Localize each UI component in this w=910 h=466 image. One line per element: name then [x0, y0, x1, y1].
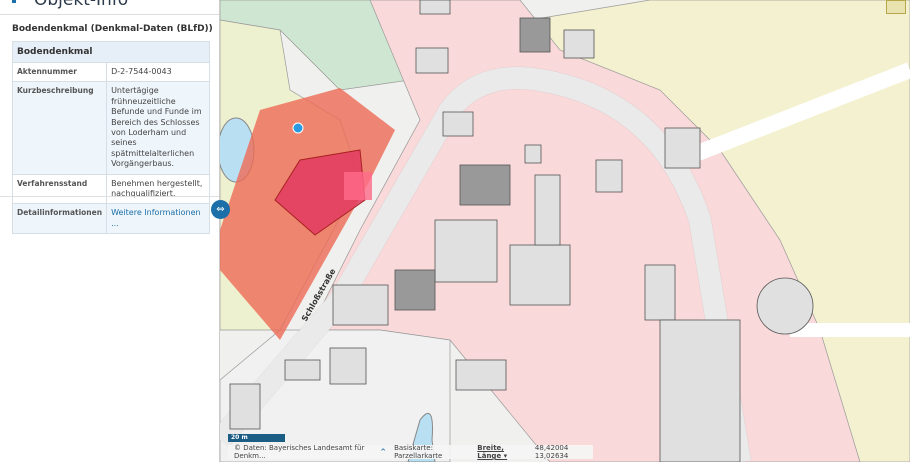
basemap-label: Basiskarte: Parzellarkarte	[394, 444, 443, 460]
coordinate-mode-select[interactable]: Breite, Länge ▾	[477, 444, 527, 460]
object-info-panel: Objekt-Info Bodendenkmal (Denkmal-Daten …	[0, 0, 220, 462]
info-marker-icon	[12, 0, 16, 3]
row-value: D-2-7544-0043	[106, 61, 210, 83]
coordinates-readout: 48,42004 13,02634	[534, 444, 569, 460]
row-key: Verfahrensstand	[11, 173, 108, 205]
row-key: Kurzbeschreibung	[11, 81, 108, 175]
row-value: Benehmen hergestellt, nachqualifiziert.	[106, 173, 210, 205]
more-info-link[interactable]: Weitere Informationen ...	[111, 208, 201, 227]
map-status-bar: © Daten: Bayerisches Landesamt für Denkm…	[228, 444, 593, 460]
row-value: Untertägige frühneuzeitliche Befunde und…	[106, 81, 210, 175]
panel-resize-handle[interactable]: ⇔	[211, 200, 230, 219]
divider	[0, 14, 219, 15]
expand-attribution-icon[interactable]: ^	[380, 448, 386, 456]
table-row: Kurzbeschreibung Untertägige frühneuzeitl…	[11, 81, 210, 175]
table-row: Verfahrensstand Benehmen hergestellt, nac…	[11, 173, 210, 205]
panel-title-text: Objekt-Info	[34, 0, 129, 10]
map-svg: Schloßstraße	[211, 0, 910, 464]
selection-highlight	[344, 172, 372, 200]
coat-of-arms-logo	[886, 0, 906, 14]
section-title: Bodendenkmal (Denkmal-Daten (BLfD))	[12, 24, 213, 34]
table-header: Bodendenkmal	[12, 41, 210, 63]
row-key: Aktennummer	[11, 61, 108, 83]
scale-bar: 20 m	[228, 434, 285, 442]
table-row: Detailinformationen Weitere Informationen…	[11, 203, 210, 235]
map-canvas[interactable]: Schloßstraße	[211, 0, 910, 464]
divider	[0, 196, 219, 197]
panel-title: Objekt-Info	[12, 0, 128, 10]
row-key: Detailinformationen	[11, 203, 108, 235]
location-marker	[292, 122, 304, 134]
monument-table: Bodendenkmal Aktennummer D-2-7544-0043 Ku…	[11, 41, 210, 235]
attribution: © Daten: Bayerisches Landesamt für Denkm…	[234, 444, 365, 460]
table-row: Aktennummer D-2-7544-0043	[11, 61, 210, 83]
